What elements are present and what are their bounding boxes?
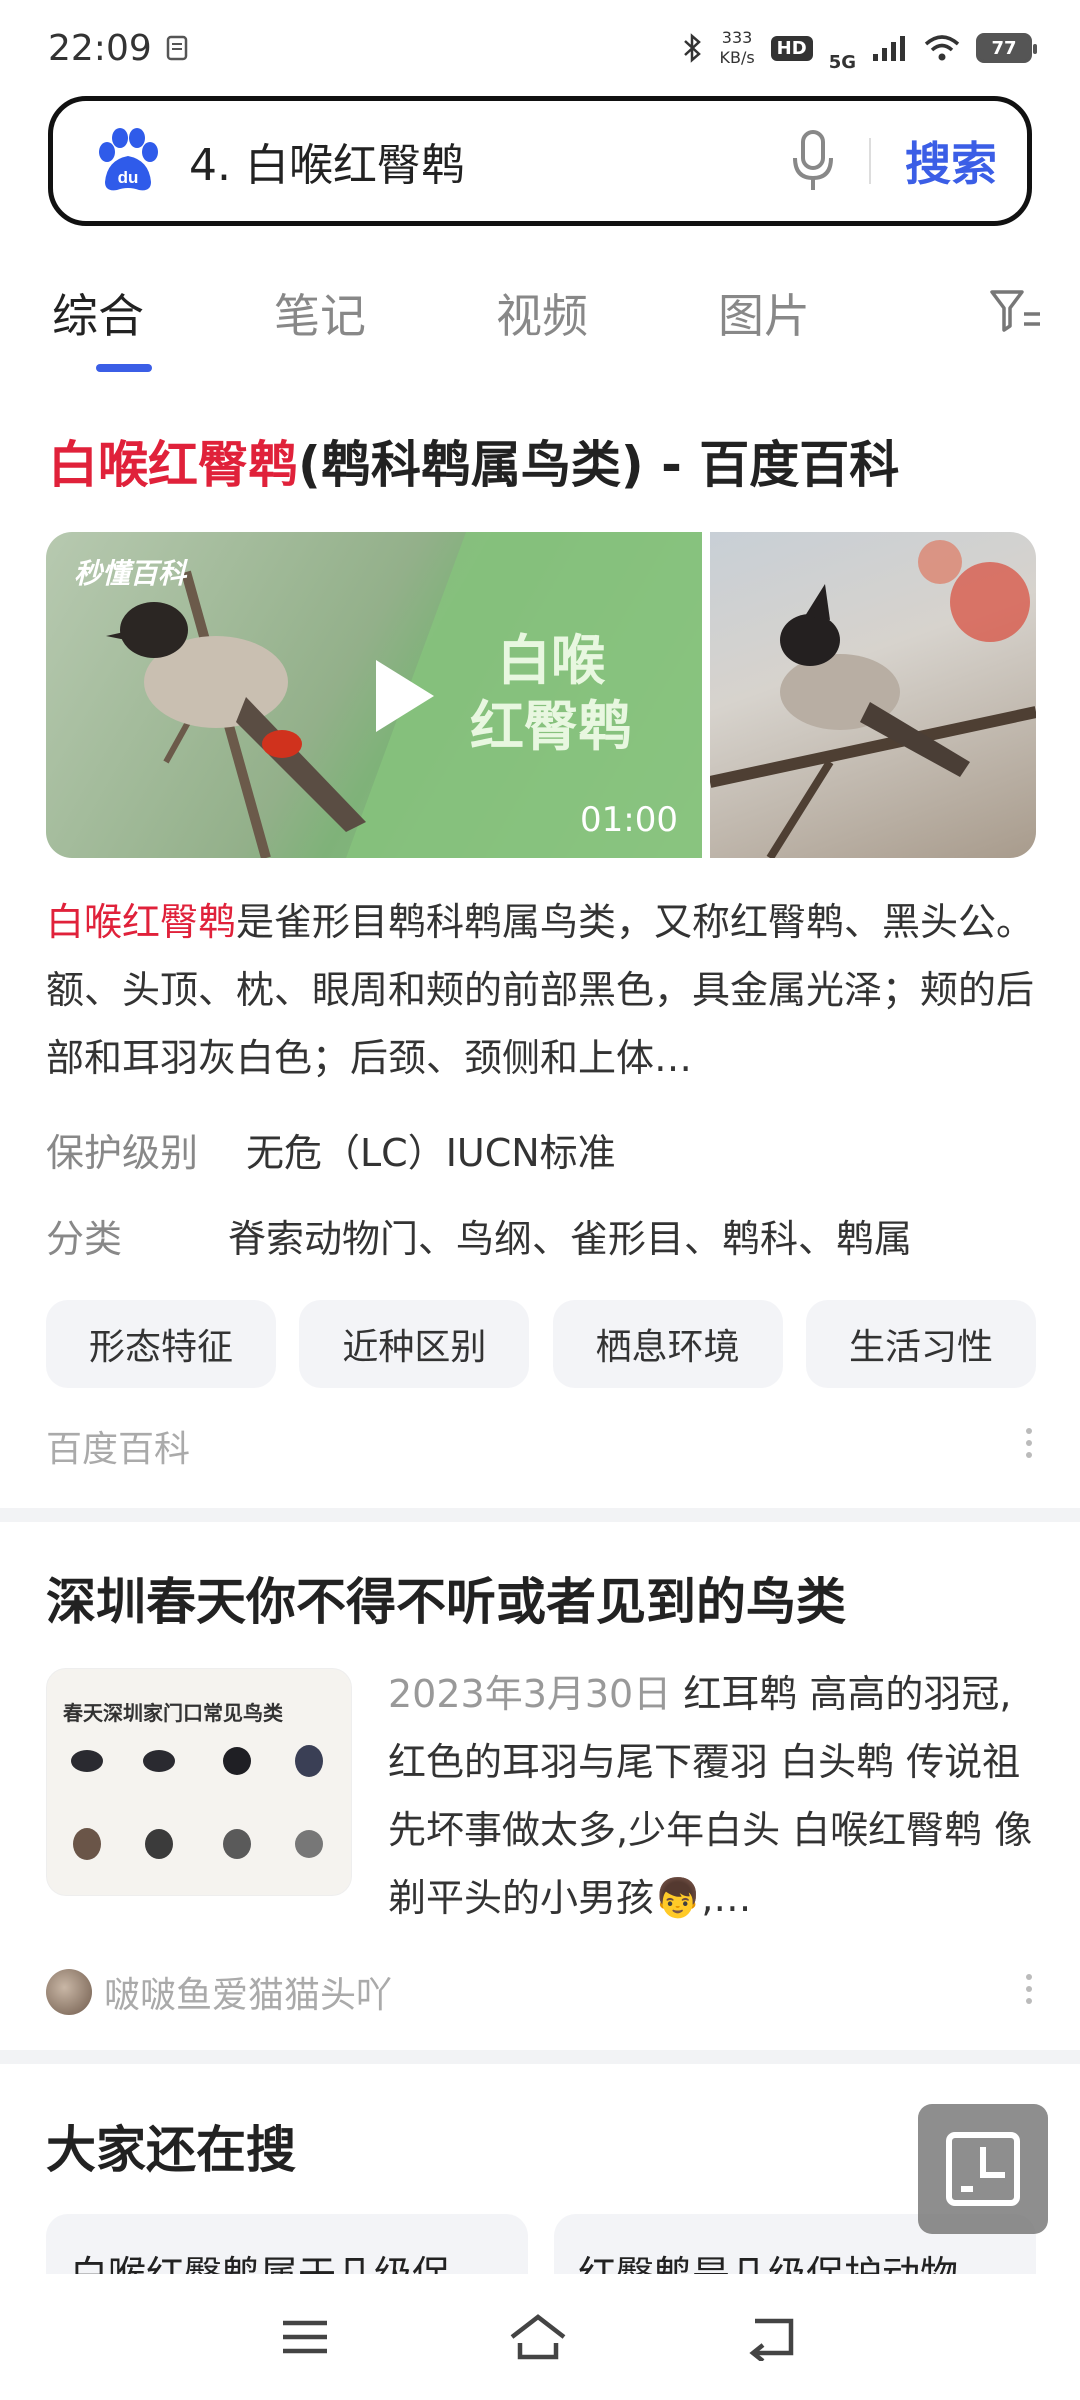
also-search-list: 白喉红臀鹎属于几级保护动物 红臀鹎是几级保护动物 (46, 2214, 1036, 2274)
result2-author[interactable]: 啵啵鱼爱猫猫头吖 (46, 1966, 392, 2018)
hd-badge: HD (770, 35, 813, 61)
video-brand: 秒懂百科 (74, 557, 187, 590)
result1-media: 秒懂百科 白喉 红臀鹎 01:00 (46, 532, 1036, 858)
result1-source: 百度百科 (46, 1429, 191, 1470)
signal-icon (873, 36, 905, 61)
bluetooth-icon (684, 33, 702, 63)
notification-doc-icon (166, 35, 187, 61)
chip-habits[interactable]: 生活习性 (805, 1300, 1036, 1388)
chip-morphology[interactable]: 形态特征 (46, 1300, 276, 1388)
classification-row: 分类 脊索动物门、鸟纲、雀形目、鹎科、鹎属 (46, 1208, 912, 1263)
video-overlay-line1: 白喉 (497, 629, 605, 692)
classification-label: 分类 (46, 1217, 123, 1261)
result2-title[interactable]: 深圳春天你不得不听或者见到的鸟类 (46, 1562, 846, 1634)
search-input[interactable]: 4. 白喉红臀鹎 (189, 129, 783, 193)
battery-indicator: 77 (976, 33, 1037, 63)
thumbnail-birds-illustration (71, 1745, 323, 1860)
wifi-icon (924, 35, 960, 61)
result1-title-highlight: 白喉红臀鹎 (48, 436, 298, 494)
status-bar: 22:09 333 KB/s HD 5G 77 (0, 0, 1080, 96)
chip-similar-species[interactable]: 近种区别 (299, 1300, 530, 1388)
menu-icon[interactable] (279, 2317, 331, 2357)
result1-photo[interactable] (710, 532, 1036, 858)
chip-habitat[interactable]: 栖息环境 (552, 1300, 783, 1388)
protection-value: 无危（LC）IUCN标准 (246, 1131, 616, 1175)
net-speed: 333 KB/s (719, 28, 754, 68)
net-speed-value: 333 (721, 28, 753, 47)
video-overlay-text: 白喉 红臀鹎 (470, 628, 632, 760)
result1-desc-highlight: 白喉红臀鹎 (46, 900, 237, 944)
result2-thumbnail[interactable]: 春天深圳家门口常见鸟类 (46, 1668, 352, 1896)
protection-row: 保护级别 无危（LC）IUCN标准 (46, 1122, 616, 1177)
mic-icon[interactable] (783, 126, 843, 196)
result1-title[interactable]: 白喉红臀鹎(鹎科鹎属鸟类) - 百度百科 (48, 425, 899, 497)
floating-window-button[interactable] (918, 2104, 1048, 2234)
status-time: 22:09 (48, 27, 152, 69)
result1-more-dots-icon[interactable] (1026, 1428, 1034, 1458)
video-duration: 01:00 (580, 800, 678, 840)
filter-icon[interactable] (988, 286, 1044, 336)
tab-notes[interactable]: 笔记 (274, 280, 366, 372)
avatar (46, 1969, 92, 2015)
tab-all[interactable]: 综合 (52, 280, 152, 372)
author-name: 啵啵鱼爱猫猫头吖 (104, 1975, 393, 2016)
net-speed-unit: KB/s (719, 48, 755, 67)
status-left: 22:09 (48, 28, 188, 69)
result1-description[interactable]: 白喉红臀鹎是雀形目鹎科鹎属鸟类，又称红臀鹎、黑头公。额、头顶、枕、眼周和颊的前部… (46, 888, 1036, 1092)
status-right: 333 KB/s HD 5G 77 (681, 24, 1037, 73)
result1-chips: 形态特征 近种区别 栖息环境 生活习性 (46, 1300, 1036, 1388)
search-button[interactable]: 搜索 (905, 128, 997, 194)
play-icon[interactable] (376, 660, 434, 732)
floating-window-icon (946, 2132, 1020, 2206)
also-search-item[interactable]: 白喉红臀鹎属于几级保护动物 (46, 2214, 528, 2274)
section-separator (0, 1508, 1080, 1522)
classification-value: 脊索动物门、鸟纲、雀形目、鹎科、鹎属 (228, 1217, 913, 1261)
result2-snippet[interactable]: 2023年3月30日 红耳鹎 高高的羽冠,红色的耳羽与尾下覆羽 白头鹎 传说祖先… (388, 1660, 1038, 1932)
svg-text:du: du (118, 168, 139, 187)
section-separator-2 (0, 2050, 1080, 2064)
result-tabs: 综合 笔记 视频 图片 (0, 280, 1080, 390)
protection-label: 保护级别 (46, 1131, 199, 1175)
also-search-title: 大家还在搜 (46, 2121, 296, 2179)
search-box[interactable]: du 4. 白喉红臀鹎 搜索 (48, 96, 1032, 226)
back-icon[interactable] (745, 2313, 801, 2361)
tab-images[interactable]: 图片 (718, 280, 810, 372)
baidu-paw-icon: du (93, 126, 163, 196)
tab-videos[interactable]: 视频 (496, 280, 588, 372)
photo-bird-illustration (710, 540, 1036, 858)
result1-title-rest: (鹎科鹎属鸟类) - 百度百科 (298, 436, 900, 494)
video-overlay-line2: 红臀鹎 (470, 695, 632, 758)
network-type: 5G (828, 51, 856, 73)
result2-more-dots-icon[interactable] (1026, 1974, 1034, 2004)
result1-video[interactable]: 秒懂百科 白喉 红臀鹎 01:00 (46, 532, 702, 858)
home-icon[interactable] (508, 2313, 568, 2361)
result2-date: 2023年3月30日 (388, 1672, 672, 1716)
search-divider (869, 138, 871, 184)
system-nav-bar (0, 2274, 1080, 2400)
